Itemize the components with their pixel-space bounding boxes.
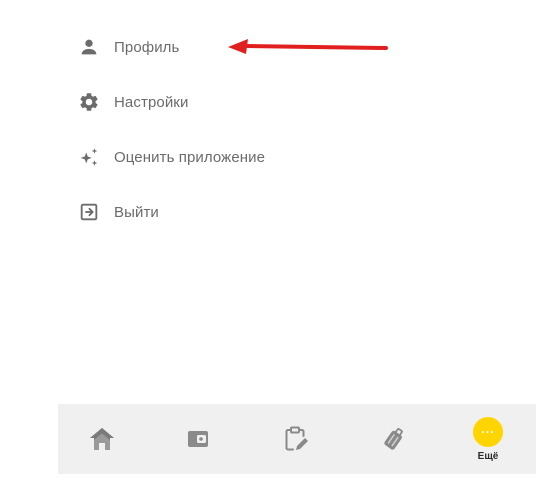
more-icon: ··· xyxy=(473,416,503,447)
nav-home[interactable] xyxy=(82,404,122,474)
bottom-navigation: ··· Ещё xyxy=(58,404,536,474)
wallet-icon xyxy=(188,431,208,447)
menu-item-profile[interactable]: Профиль xyxy=(78,33,179,61)
nav-luggage[interactable] xyxy=(374,404,414,474)
home-icon xyxy=(90,428,114,450)
menu-item-label: Профиль xyxy=(114,38,180,56)
clipboard-edit-icon xyxy=(285,426,308,451)
exit-icon xyxy=(78,201,100,223)
nav-clipboard[interactable] xyxy=(276,404,316,474)
nav-wallet[interactable] xyxy=(178,404,218,474)
menu-item-label: Настройки xyxy=(114,93,189,111)
gear-icon xyxy=(78,91,100,113)
menu-item-settings[interactable]: Настройки xyxy=(78,88,188,116)
nav-more-label: Ещё xyxy=(477,450,499,462)
menu-item-label: Оценить приложение xyxy=(114,148,266,166)
annotation-arrow xyxy=(228,39,388,54)
person-icon xyxy=(78,36,100,58)
nav-more[interactable]: ··· Ещё xyxy=(466,404,510,474)
sparkles-icon xyxy=(78,146,100,168)
menu-item-rate-app[interactable]: Оценить приложение xyxy=(78,143,265,171)
luggage-icon xyxy=(384,428,403,450)
menu-item-label: Выйти xyxy=(114,203,159,221)
menu-item-logout[interactable]: Выйти xyxy=(78,198,159,226)
